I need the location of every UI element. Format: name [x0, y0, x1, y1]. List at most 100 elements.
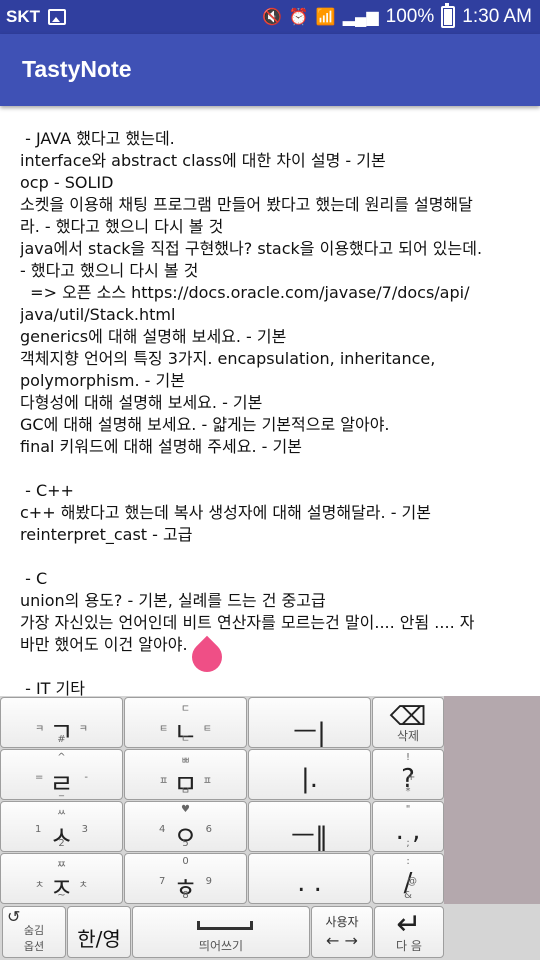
key-right-char: ㅊ: [78, 880, 88, 891]
space-icon: [197, 921, 253, 930]
note-line: interface와 abstract class에 대한 차이 설명 - 기본: [20, 151, 386, 170]
key-hieut[interactable]: ㅎ7908: [124, 853, 247, 904]
note-line: [20, 546, 530, 568]
key-ieung[interactable]: ㅇ 4 6 ♥ 5: [124, 801, 247, 852]
app-bar: TastyNote: [0, 34, 540, 106]
key-rieul[interactable]: ㄹ = - ^ _: [0, 749, 123, 800]
note-line: 다형성에 대해 설명해 보세요. - 기본: [20, 393, 263, 412]
key-left-char: 4: [159, 824, 166, 835]
note-line: [20, 656, 530, 678]
note-line: polymorphism. - 기본: [20, 371, 185, 390]
key-top-char: :: [406, 856, 410, 867]
key-bottom-char: ㄷ: [180, 734, 191, 745]
key-top-char: ㅉ: [56, 860, 67, 871]
battery-icon: [441, 3, 456, 28]
key-right-char: 3: [81, 824, 88, 835]
hide-icon: ↺: [7, 907, 21, 926]
options-key[interactable]: 숨김 옵션 ↺: [2, 906, 66, 958]
key-double-dot[interactable]: . .: [248, 853, 371, 904]
key-label: 한/영: [77, 927, 121, 951]
key-top-char: !: [405, 752, 410, 763]
key-bottom-char: ~: [57, 890, 66, 901]
key-top-char: 0: [182, 856, 189, 867]
note-line: 소켓을 이용해 채팅 프로그램 만들어 봤다고 했는데 원리를 설명해달: [20, 195, 473, 214]
key-eu-i[interactable]: ㅡ|: [248, 697, 371, 748]
key-right-char: 9: [205, 876, 212, 887]
note-line: c++ 해봤다고 했는데 복사 생성자에 대해 설명해달라. - 기본: [20, 503, 431, 522]
clock: 1:30 AM: [462, 6, 532, 27]
key-top-char: ㅃ: [180, 756, 191, 767]
carrier-label: SKT: [6, 7, 40, 26]
key-main-char: ㅡ|: [293, 718, 326, 748]
key-slash[interactable]: / @: &: [372, 853, 444, 904]
key-i-dot[interactable]: |.: [248, 749, 371, 800]
lang-toggle-key[interactable]: 한/영: [67, 906, 131, 958]
delete-key[interactable]: ⌫ 삭제: [372, 697, 444, 748]
key-left-char: 7: [159, 876, 166, 887]
space-key[interactable]: 띄어쓰기: [132, 906, 310, 958]
key-bottom-char: 8: [182, 890, 189, 901]
note-line: final 키워드에 대해 설명해 주세요. - 기본: [20, 437, 302, 456]
key-right-char: 6: [205, 824, 212, 835]
note-line: - IT 기타: [20, 679, 85, 696]
key-bottom-char: #: [57, 734, 66, 745]
key-top-char: ♥: [181, 804, 190, 815]
image-icon: [48, 9, 66, 25]
key-question[interactable]: ? +! *: [372, 749, 444, 800]
key-siot[interactable]: ㅅ13ㅆ2: [0, 801, 123, 852]
note-line: 가장 자신있는 언어인데 비트 연산자를 모르는건 말이.... 안됨 ....…: [20, 613, 475, 632]
key-label: 띄어쓰기: [198, 939, 244, 953]
note-line: - C: [20, 569, 48, 588]
note-line: [20, 458, 530, 480]
key-left-char: ㅊ: [35, 880, 45, 891]
key-bottom-char: 2: [58, 838, 65, 849]
key-bottom-char: &: [404, 890, 412, 901]
note-line: java/util/Stack.html: [20, 305, 176, 324]
note-line: java에서 stack을 직접 구현했나? stack을 이용했다고 되어 있…: [20, 239, 483, 258]
key-right-char: ㅋ: [78, 724, 88, 735]
key-jieut[interactable]: ㅈㅊㅊㅉ ~: [0, 853, 123, 904]
key-main-char: |.: [300, 764, 319, 794]
note-line: GC에 대해 설명해 보세요. - 얇게는 기본적으로 알아야.: [20, 415, 390, 434]
key-top-char: ": [405, 804, 411, 815]
note-line: => 오픈 소스 https://docs.oracle.com/javase/…: [20, 283, 470, 302]
status-bar: SKT 🔇 ⏰ 📶 ▂▄▆ 100% 1:30 AM: [0, 0, 540, 34]
key-bottom-char: ㅂ: [180, 786, 191, 797]
app-title: TastyNote: [22, 56, 132, 82]
key-eu-double[interactable]: ㅡ‖: [248, 801, 371, 852]
key-giyeok[interactable]: ㄱㅋㅋ #: [0, 697, 123, 748]
key-nieun[interactable]: ㄴㅌㅌㄷㄷ: [124, 697, 247, 748]
enter-icon: ↵: [396, 907, 422, 942]
key-period-comma[interactable]: . , ";: [372, 801, 444, 852]
key-main-char: . .: [297, 868, 322, 898]
note-line: 바만 했어도 이건 알아야.: [20, 635, 188, 654]
note-line: - JAVA 했다고 했는데.: [20, 129, 175, 148]
note-line: - C++: [20, 481, 74, 500]
key-bottom-char: *: [405, 786, 411, 797]
key-bottom-char: _: [59, 786, 64, 797]
note-editor[interactable]: - JAVA 했다고 했는데. interface와 abstract class…: [20, 128, 530, 696]
note-line: generics에 대해 설명해 보세요. - 기본: [20, 327, 287, 346]
keyboard: ㄱㅋㅋ # ㄴㅌㅌㄷㄷㅡ| ⌫ 삭제 ㄹ = - ^ _ ㅁㅍㅍㅃㅂ |.? +! * ㅅ 1 3 ㅆ 2 ㅇ 4 6 ♥ 5…: [0, 696, 540, 960]
note-line: 라. - 했다고 했으니 다시 볼 것: [20, 217, 224, 236]
user-key[interactable]: 사용자 ← →: [311, 906, 373, 958]
key-mieum[interactable]: ㅁㅍㅍㅃㅂ: [124, 749, 247, 800]
wifi-icon: 📶: [315, 9, 336, 26]
key-top-char: ㄷ: [180, 704, 191, 715]
key-top-char: ㅆ: [56, 808, 67, 819]
arrow-keys-icon: ← →: [326, 931, 358, 950]
mute-icon: 🔇: [261, 9, 282, 26]
note-line: 객체지향 언어의 특징 3가지. encapsulation, inherita…: [20, 349, 436, 368]
key-bottom-char: 5: [182, 838, 189, 849]
enter-key[interactable]: 다 음 ↵: [374, 906, 444, 958]
keyboard-side-panel: [444, 696, 540, 904]
key-label: 숨김 옵션: [23, 924, 45, 953]
battery-label: 100%: [385, 6, 435, 27]
key-left-char: +: [407, 772, 416, 783]
note-line: ocp - SOLID: [20, 173, 114, 192]
key-bottom-char: ;: [406, 838, 410, 849]
note-line: - 했다고 했으니 다시 볼 것: [20, 261, 199, 280]
key-left-char: @: [407, 876, 417, 887]
key-top-char: ^: [57, 752, 66, 763]
key-left-char: =: [35, 772, 44, 783]
